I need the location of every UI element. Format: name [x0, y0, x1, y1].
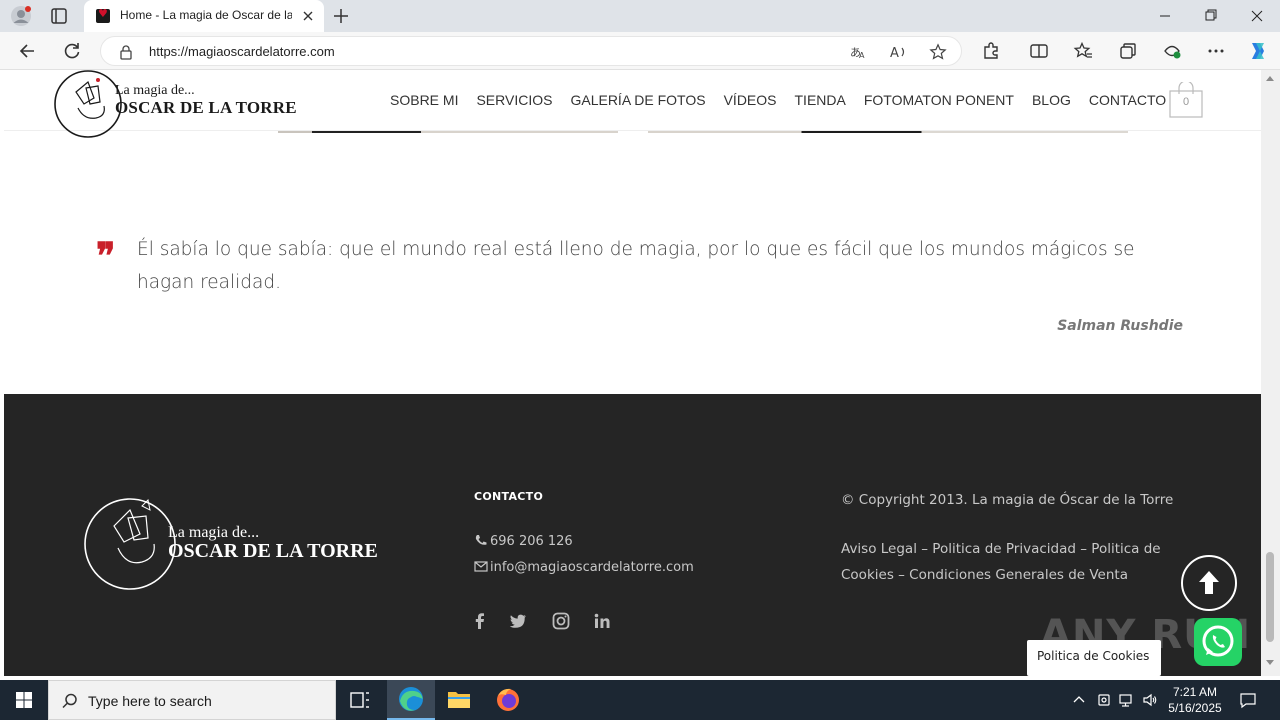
- footer-email[interactable]: info@magiaoscardelatorre.com: [474, 560, 694, 575]
- read-aloud-icon[interactable]: A: [889, 43, 907, 61]
- nav-item-servicios[interactable]: SERVICIOS: [476, 92, 552, 108]
- shopping-cart[interactable]: 0: [1169, 80, 1203, 118]
- favorites-icon[interactable]: [1073, 41, 1093, 61]
- footer-logo-title: OSCAR DE LA TORRE: [168, 540, 378, 562]
- browser-tab-bar: Home - La magia de Oscar de la Torre: [0, 0, 1280, 32]
- system-clock[interactable]: 7:21 AM 5/16/2025: [1164, 684, 1226, 716]
- favorite-star-icon[interactable]: [929, 43, 947, 61]
- testimonial-quote: Él sabía lo que sabía: que el mundo real…: [137, 239, 1135, 293]
- search-placeholder[interactable]: Type here to search: [88, 693, 212, 709]
- page-scrollbar[interactable]: [1261, 70, 1280, 676]
- envelope-icon: [474, 561, 488, 572]
- extensions-icon[interactable]: [981, 41, 1001, 61]
- folder-icon: [448, 692, 470, 708]
- footer-copyright: © Copyright 2013. La magia de Óscar de l…: [841, 492, 1174, 508]
- taskbar-edge-app[interactable]: [387, 680, 435, 720]
- close-window-icon[interactable]: [1234, 0, 1280, 32]
- site-footer: La magia de... OSCAR DE LA TORRE CONTACT…: [4, 394, 1261, 676]
- tab-actions-icon[interactable]: [50, 7, 68, 25]
- copilot-icon[interactable]: [1246, 39, 1270, 63]
- lock-icon[interactable]: [119, 44, 133, 60]
- edge-browser-icon: [399, 687, 423, 711]
- site-header: La magia de... OSCAR DE LA TORRE SOBRE M…: [4, 70, 1261, 138]
- firefox-icon: [497, 688, 519, 711]
- facebook-icon[interactable]: [470, 611, 490, 631]
- nav-item-fotomaton[interactable]: FOTOMATON PONENT: [864, 92, 1014, 108]
- main-navigation: SOBRE MI SERVICIOS GALERÍA DE FOTOS VÍDE…: [390, 92, 1184, 108]
- nav-item-tienda[interactable]: TIENDA: [795, 92, 846, 108]
- split-screen-icon[interactable]: [1029, 41, 1049, 61]
- back-icon[interactable]: [18, 41, 38, 61]
- tray-overflow-chevron-icon[interactable]: [1071, 692, 1087, 708]
- footer-logo[interactable]: La magia de... OSCAR DE LA TORRE: [84, 490, 394, 600]
- nav-item-videos[interactable]: VÍDEOS: [724, 92, 777, 108]
- site-favicon-icon: [96, 7, 110, 23]
- browser-essentials-icon[interactable]: [1162, 41, 1182, 61]
- scrollbar-thumb[interactable]: [1266, 552, 1274, 642]
- scroll-down-arrow-icon[interactable]: [1266, 660, 1274, 665]
- refresh-icon[interactable]: [62, 41, 82, 61]
- browser-toolbar: https://magiaoscardelatorre.com あ A A: [0, 32, 1280, 70]
- cart-count: 0: [1182, 96, 1190, 108]
- translate-icon[interactable]: あ A: [849, 43, 867, 61]
- url-text[interactable]: https://magiaoscardelatorre.com: [149, 44, 335, 59]
- nav-item-galeria[interactable]: GALERÍA DE FOTOS: [570, 92, 705, 108]
- footer-legal-links[interactable]: Aviso Legal – Politica de Privacidad – P…: [841, 536, 1171, 588]
- task-view-icon: [350, 692, 369, 708]
- minimize-window-icon[interactable]: [1142, 0, 1188, 32]
- magician-hand-logo-icon: [54, 70, 122, 138]
- browser-tab-active[interactable]: Home - La magia de Oscar de la Torre: [84, 0, 324, 32]
- clock-time: 7:21 AM: [1172, 685, 1218, 699]
- tab-title: Home - La magia de Oscar de la Torre: [120, 8, 292, 22]
- footer-contact-heading: CONTACTO: [474, 490, 544, 503]
- email-address[interactable]: info@magiaoscardelatorre.com: [490, 560, 694, 575]
- taskbar-firefox[interactable]: [484, 680, 532, 720]
- profile-avatar-icon[interactable]: [10, 5, 32, 27]
- nav-item-sobre-mi[interactable]: SOBRE MI: [390, 92, 458, 108]
- whatsapp-chat-button[interactable]: [1194, 618, 1242, 666]
- address-bar[interactable]: https://magiaoscardelatorre.com あ A A: [100, 36, 962, 66]
- quote-mark-icon: ❞: [96, 235, 116, 277]
- cookie-policy-tab[interactable]: Politica de Cookies: [1027, 640, 1161, 676]
- phone-number[interactable]: 696 206 126: [490, 534, 573, 549]
- new-tab-icon[interactable]: [332, 7, 350, 25]
- windows-logo-icon: [16, 692, 32, 708]
- phone-icon: [475, 535, 487, 545]
- close-tab-icon[interactable]: [300, 8, 316, 24]
- network-icon[interactable]: [1118, 692, 1134, 708]
- volume-icon[interactable]: [1142, 692, 1158, 708]
- logo-title: OSCAR DE LA TORRE: [115, 98, 297, 117]
- linkedin-icon[interactable]: [592, 611, 612, 631]
- instagram-icon[interactable]: [551, 611, 571, 631]
- taskbar-search-box[interactable]: Type here to search: [48, 680, 336, 720]
- scroll-up-arrow-icon[interactable]: [1266, 76, 1274, 81]
- restore-window-icon[interactable]: [1188, 0, 1234, 32]
- logo-tagline: La magia de...: [115, 83, 195, 98]
- svg-text:A: A: [859, 51, 865, 60]
- task-view-button[interactable]: [336, 680, 384, 720]
- meet-now-icon[interactable]: [1096, 692, 1112, 708]
- site-logo[interactable]: La magia de... OSCAR DE LA TORRE: [54, 70, 297, 140]
- twitter-icon[interactable]: [508, 611, 528, 631]
- quote-author: Salman Rushdie: [1057, 318, 1183, 334]
- scroll-to-top-button[interactable]: [1181, 555, 1237, 611]
- svg-text:A: A: [890, 46, 899, 61]
- clock-date: 5/16/2025: [1168, 701, 1222, 715]
- cookie-policy-label[interactable]: Politica de Cookies: [1037, 649, 1149, 663]
- arrow-up-icon: [1199, 571, 1219, 594]
- windows-taskbar: Type here to search 7:21 AM 5/16/2025: [0, 680, 1280, 720]
- search-icon: [62, 693, 77, 709]
- more-menu-icon[interactable]: [1206, 41, 1226, 61]
- start-button[interactable]: [0, 680, 48, 720]
- nav-item-contacto[interactable]: CONTACTO: [1089, 92, 1166, 108]
- taskbar-file-explorer[interactable]: [435, 680, 483, 720]
- page-viewport: La magia de... OSCAR DE LA TORRE SOBRE M…: [4, 70, 1261, 676]
- collections-icon[interactable]: [1118, 41, 1138, 61]
- nav-item-blog[interactable]: BLOG: [1032, 92, 1071, 108]
- whatsapp-icon: [1202, 625, 1234, 657]
- footer-phone[interactable]: 696 206 126: [474, 534, 573, 549]
- notifications-icon[interactable]: [1239, 691, 1257, 709]
